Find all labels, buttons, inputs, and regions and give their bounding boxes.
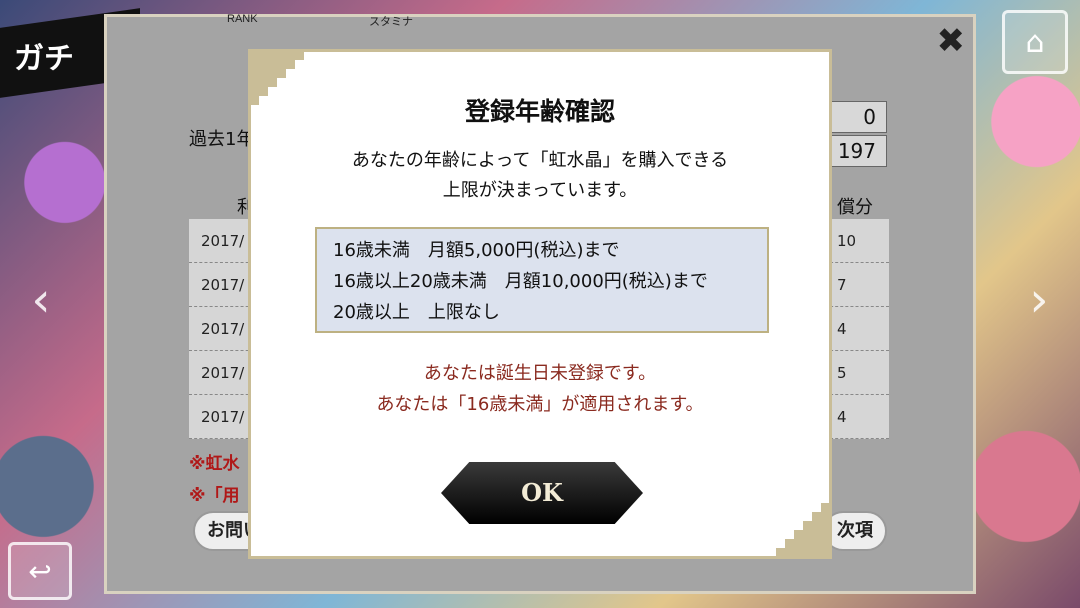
registration-status: あなたは誕生日未登録です。 あなたは「16歳未満」が適用されます。	[251, 358, 829, 420]
rank-label: RANK	[227, 13, 258, 25]
table-row: 10	[825, 219, 889, 263]
back-arrow-icon: ↩	[28, 554, 52, 588]
column-header-right: 償分	[837, 197, 873, 218]
rule-line: 20歳以上 上限なし	[333, 302, 500, 323]
prev-page-arrow[interactable]: ‹	[26, 270, 56, 330]
past-year-label: 過去1年	[189, 129, 255, 150]
status-line: あなたは「16歳未満」が適用されます。	[376, 394, 704, 415]
age-limit-rules: 16歳未満 月額5,000円(税込)まで 16歳以上20歳未満 月額10,000…	[315, 227, 769, 333]
home-icon: ⌂	[1025, 24, 1045, 60]
back-button[interactable]: ↩	[8, 542, 72, 600]
table-row: 5	[825, 351, 889, 395]
dialog-description: あなたの年齢によって「虹水晶」を購入できる 上限が決まっています。	[251, 146, 829, 206]
age-confirmation-dialog: 登録年齢確認 あなたの年齢によって「虹水晶」を購入できる 上限が決まっています。…	[248, 49, 832, 559]
next-item-button[interactable]: 次項	[823, 511, 887, 551]
description-line: 上限が決まっています。	[442, 180, 638, 201]
corner-decoration	[776, 503, 830, 557]
rule-line: 16歳以上20歳未満 月額10,000円(税込)まで	[333, 271, 708, 292]
description-line: あなたの年齢によって「虹水晶」を購入できる	[351, 150, 729, 171]
stamina-label: スタミナ	[369, 16, 413, 28]
note-line-1: ※虹水	[189, 454, 240, 474]
next-page-arrow[interactable]: ›	[1024, 270, 1054, 330]
ok-button[interactable]: OK	[441, 462, 643, 524]
table-row: 4	[825, 395, 889, 439]
status-line: あなたは誕生日未登録です。	[423, 363, 657, 384]
close-icon[interactable]: ✖	[937, 21, 966, 61]
note-line-2: ※「用	[189, 486, 240, 506]
rule-line: 16歳未満 月額5,000円(税込)まで	[333, 240, 620, 261]
history-table-values: 10 7 4 5 4	[825, 219, 889, 439]
dialog-title: 登録年齢確認	[464, 97, 615, 126]
home-button[interactable]: ⌂	[1002, 10, 1068, 74]
screen-title-text: ガチ	[14, 41, 74, 77]
table-row: 7	[825, 263, 889, 307]
table-row: 4	[825, 307, 889, 351]
